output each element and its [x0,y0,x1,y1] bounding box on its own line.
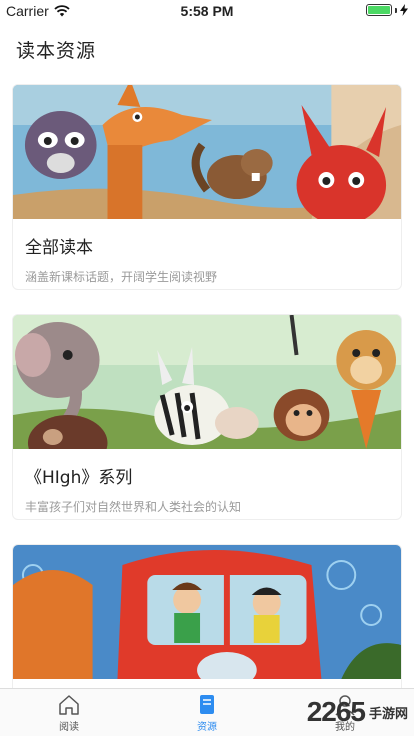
card-illustration-animals [13,85,401,219]
tab-resources[interactable]: 资源 [138,689,276,736]
card-title: 《HIgh》系列 [25,468,133,488]
resource-card-high-series[interactable]: 《HIgh》系列 丰富孩子们对自然世界和人类社会的认知 [12,314,402,520]
resource-card-third[interactable] [12,544,402,688]
tab-label: 阅读 [59,722,79,733]
card-illustration-car [13,545,401,679]
card-subtitle: 丰富孩子们对自然世界和人类社会的认知 [25,500,242,514]
card-illustration-jungle [13,315,401,449]
watermark-number: 2265 [306,696,366,727]
card-title: 全部读本 [25,238,93,258]
status-time: 5:58 PM [180,3,234,19]
watermark-logo: 2265 手游网 [307,688,408,736]
charging-icon [400,4,408,16]
page-title: 读本资源 [16,40,97,62]
card-subtitle: 涵盖新课标话题，开阔学生阅读视野 [25,270,218,284]
tab-read[interactable]: 阅读 [0,689,138,736]
battery-icon [366,4,392,16]
battery-tip [395,7,397,13]
resource-card-all[interactable]: 全部读本 涵盖新课标话题，开阔学生阅读视野 [12,84,402,290]
book-icon [200,695,214,714]
resource-list[interactable]: 全部读本 涵盖新课标话题，开阔学生阅读视野 《HIgh》系列 丰富孩子们对自然世… [0,84,414,688]
home-icon [59,695,79,715]
tab-label: 资源 [197,722,217,733]
status-bar: Carrier 5:58 PM [0,0,414,22]
watermark-text: 手游网 [368,706,408,722]
battery-fill [368,6,390,14]
